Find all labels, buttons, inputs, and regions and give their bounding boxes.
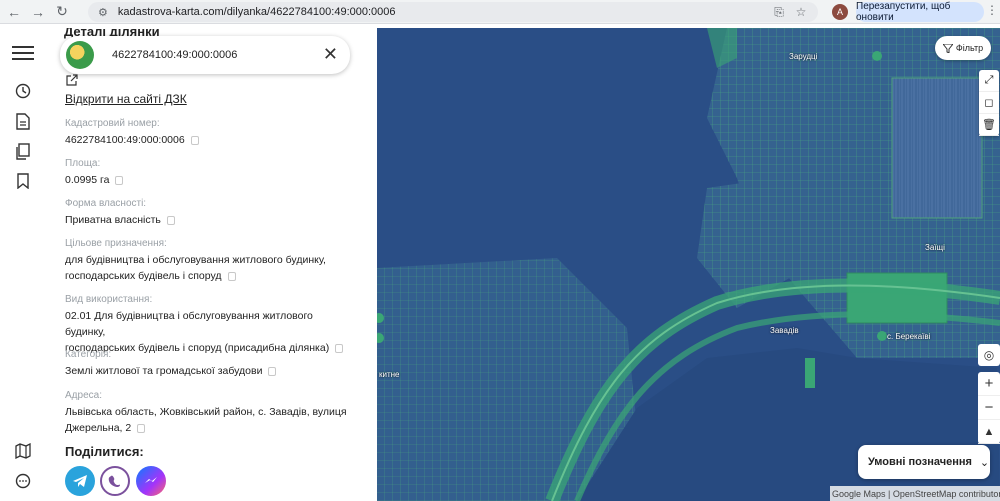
draw-tools: ⤢ ◻ 🗑 [979, 70, 999, 136]
trash-icon[interactable]: 🗑 [979, 114, 999, 136]
document-icon[interactable] [12, 110, 34, 132]
map-label-zarudtsi: Зарудці [789, 52, 818, 61]
draw-polygon-icon[interactable]: ◻ [979, 92, 999, 114]
back-arrow-icon[interactable]: ← [4, 2, 24, 22]
purpose-line-1: для будівництва і обслуговування житлово… [65, 254, 326, 266]
browser-toolbar: ← → ↻ ⚙ kadastrova-karta.com/dilyanka/46… [0, 0, 1000, 24]
purpose-line-2-row: господарських будівель і споруд [65, 268, 355, 284]
draw-line-icon[interactable]: ⤢ [979, 70, 999, 92]
category-value: Землі житлової та громадської забудови [65, 363, 355, 379]
satellite-map[interactable] [377, 28, 1000, 501]
my-location-icon[interactable]: ◎ [978, 344, 1000, 366]
filter-button[interactable]: Фільтр [935, 36, 991, 60]
site-settings-icon[interactable]: ⚙ [98, 6, 108, 19]
purpose-label: Цільове призначення: [65, 238, 167, 249]
ownership-text: Приватна власність [65, 214, 161, 226]
hamburger-menu-icon[interactable] [12, 42, 34, 64]
usage-line-1: 02.01 Для будівництва і обслуговування ж… [65, 310, 313, 338]
legend-label: Умовні позначення [868, 456, 972, 468]
chevron-down-icon: ⌄ [979, 456, 990, 469]
viber-share-icon[interactable] [100, 466, 130, 496]
address-line-2: Джерельна, 2 [65, 422, 132, 434]
category-label: Категорія: [65, 349, 112, 360]
purpose-value: для будівництва і обслуговування житлово… [65, 252, 355, 284]
browser-menu-icon[interactable]: ⋮ [986, 3, 998, 17]
map-view[interactable]: Зарудці Заїщі Завадів с. Берекаїві китне [377, 28, 1000, 501]
area-value: 0.0995 га [65, 172, 355, 188]
address-bar[interactable]: ⚙ kadastrova-karta.com/dilyanka/46227841… [88, 2, 818, 22]
area-text: 0.0995 га [65, 174, 110, 186]
bookmark-icon[interactable] [12, 170, 34, 192]
cadastral-number-value: 4622784100:49:000:0006 [65, 132, 355, 148]
copy-icon[interactable] [190, 135, 199, 145]
site-logo [66, 41, 94, 69]
map-attribution: Google Maps | OpenStreetMap contributors [830, 486, 1000, 501]
parcel-search-box[interactable]: 4622784100:49:000:0006 ✕ [60, 36, 350, 74]
address-value: Львівська область, Жовківський район, с.… [65, 404, 355, 436]
filter-icon [942, 43, 953, 53]
filter-label: Фільтр [955, 43, 984, 53]
copy-documents-icon[interactable] [12, 140, 34, 162]
zoom-in-icon[interactable]: + [978, 372, 1000, 396]
zoom-controls: + − ▲ [978, 372, 1000, 444]
address-line-2-row: Джерельна, 2 [65, 420, 355, 436]
map-label-berekaivi: с. Берекаїві [887, 332, 931, 341]
area-label: Площа: [65, 158, 101, 169]
category-text: Землі житлової та громадської забудови [65, 365, 263, 377]
url-text: kadastrova-karta.com/dilyanka/4622784100… [117, 6, 396, 18]
zoom-out-icon[interactable]: − [978, 396, 1000, 420]
install-app-icon[interactable]: ⎘ [770, 3, 788, 21]
open-dzk-link[interactable]: Відкрити на сайті ДЗК [65, 92, 187, 106]
copy-icon[interactable] [166, 215, 175, 225]
profile-avatar[interactable]: A [832, 4, 848, 20]
address-line-1: Львівська область, Жовківський район, с.… [65, 406, 347, 418]
map-label-zaishchi: Заїщі [925, 243, 945, 252]
reload-icon[interactable]: ↻ [52, 2, 72, 22]
purpose-line-2: господарських будівель і споруд [65, 270, 222, 282]
map-label-kytne: китне [379, 370, 400, 379]
close-icon[interactable]: ✕ [323, 45, 338, 63]
ownership-label: Форма власності: [65, 198, 147, 209]
usage-label: Вид використання: [65, 294, 153, 305]
history-clock-icon[interactable] [12, 80, 34, 102]
external-link-icon[interactable] [66, 74, 78, 89]
compass-icon[interactable]: ▲ [978, 420, 1000, 444]
address-label: Адреса: [65, 390, 102, 401]
legend-button[interactable]: Умовні позначення ⌄ [858, 445, 990, 479]
share-title: Поділитися: [65, 444, 144, 459]
messenger-share-icon[interactable] [136, 466, 166, 496]
search-value[interactable]: 4622784100:49:000:0006 [112, 49, 237, 61]
restart-update-button[interactable]: Перезапустити, щоб оновити [856, 1, 984, 23]
parcel-details-panel: Деталі ділянки 4622784100:49:000:0006 ✕ … [50, 28, 376, 501]
copy-icon[interactable] [115, 175, 124, 185]
copy-icon[interactable] [137, 423, 146, 433]
chat-icon[interactable] [12, 470, 34, 492]
cadastral-number-text: 4622784100:49:000:0006 [65, 134, 185, 146]
copy-icon[interactable] [268, 366, 277, 376]
left-rail [0, 28, 48, 501]
map-book-icon[interactable] [12, 440, 34, 462]
copy-icon[interactable] [335, 343, 344, 353]
forward-arrow-icon[interactable]: → [28, 2, 48, 22]
copy-icon[interactable] [227, 271, 236, 281]
cadastral-number-label: Кадастровий номер: [65, 118, 160, 129]
bookmark-star-icon[interactable]: ☆ [792, 3, 810, 21]
map-label-zavadiv: Завадів [770, 326, 799, 335]
ownership-value: Приватна власність [65, 212, 355, 228]
telegram-share-icon[interactable] [65, 466, 95, 496]
